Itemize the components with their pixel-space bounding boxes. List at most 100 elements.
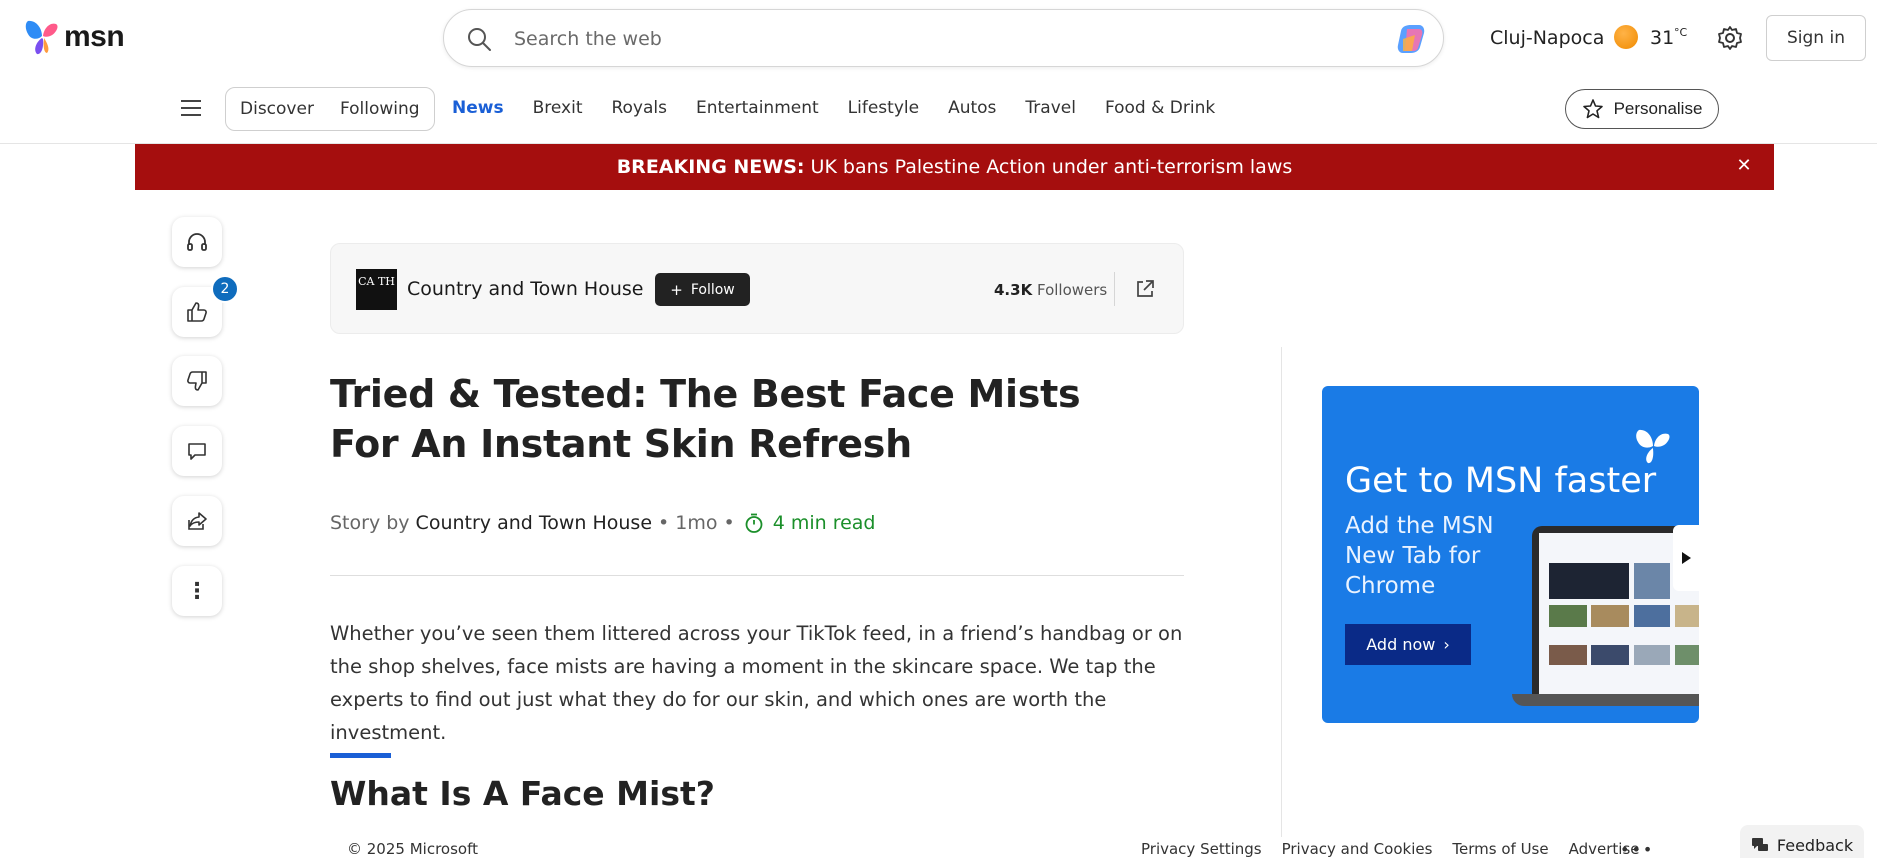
search-icon[interactable] bbox=[466, 26, 492, 52]
ad-subtitle: Add the MSN New Tab for Chrome bbox=[1345, 513, 1494, 599]
sign-in-button[interactable]: Sign in bbox=[1766, 15, 1866, 61]
nav-link-lifestyle[interactable]: Lifestyle bbox=[848, 98, 919, 118]
sun-icon[interactable] bbox=[1614, 25, 1638, 49]
publisher-name[interactable]: Country and Town House bbox=[407, 278, 643, 300]
brand-name: msn bbox=[64, 20, 125, 53]
follow-label: Follow bbox=[690, 281, 735, 298]
nav-link-entertainment[interactable]: Entertainment bbox=[696, 98, 819, 118]
sparkle-star-icon bbox=[1582, 99, 1603, 119]
news-thumbnail bbox=[1634, 563, 1670, 599]
article-age: 1mo bbox=[675, 512, 718, 534]
personalise-button[interactable]: Personalise bbox=[1565, 89, 1719, 129]
copilot-icon[interactable] bbox=[1393, 21, 1429, 57]
tab-following[interactable]: Following bbox=[340, 99, 420, 119]
nav-link-royals[interactable]: Royals bbox=[611, 98, 667, 118]
nav-links: News Brexit Royals Entertainment Lifesty… bbox=[452, 98, 1244, 118]
plus-icon: + bbox=[670, 280, 683, 299]
nav-link-brexit[interactable]: Brexit bbox=[533, 98, 583, 118]
breaking-news-label: BREAKING NEWS: bbox=[616, 156, 805, 178]
section-accent-bar bbox=[330, 753, 391, 758]
column-divider bbox=[1281, 347, 1282, 837]
nav-link-food-drink[interactable]: Food & Drink bbox=[1105, 98, 1215, 118]
breaking-news-banner[interactable]: BREAKING NEWS: UK bans Palestine Action … bbox=[135, 144, 1774, 190]
followers-number: 4.3K bbox=[994, 281, 1033, 299]
feedback-button[interactable]: Feedback bbox=[1740, 825, 1864, 858]
read-time: 4 min read bbox=[772, 512, 876, 534]
thumbs-up-icon bbox=[187, 302, 207, 322]
followers-label: Followers bbox=[1036, 281, 1108, 299]
comment-button[interactable] bbox=[172, 426, 222, 476]
share-button[interactable] bbox=[172, 496, 222, 546]
listen-button[interactable] bbox=[172, 217, 222, 267]
top-header: msn Cluj-Napoca 31 °C Sign in bbox=[0, 0, 1877, 76]
search-input[interactable] bbox=[514, 22, 1334, 56]
nav-link-autos[interactable]: Autos bbox=[948, 98, 996, 118]
news-thumbnail bbox=[1549, 645, 1587, 665]
add-now-label: Add now bbox=[1366, 635, 1436, 654]
news-thumbnail bbox=[1591, 605, 1629, 627]
article-title: Tried & Tested: The Best Face Mists For … bbox=[330, 372, 1081, 466]
close-icon[interactable]: ✕ bbox=[1734, 156, 1754, 176]
msn-logo[interactable]: msn bbox=[24, 18, 125, 56]
headphones-icon bbox=[187, 233, 207, 251]
news-thumbnail bbox=[1634, 645, 1670, 665]
temperature[interactable]: 31 bbox=[1650, 27, 1674, 49]
search-bar[interactable] bbox=[443, 9, 1444, 67]
gear-icon[interactable] bbox=[1716, 24, 1744, 52]
category-nav: Discover Following News Brexit Royals En… bbox=[0, 76, 1877, 144]
byline-separator: • bbox=[723, 512, 735, 534]
news-thumbnail bbox=[1675, 605, 1699, 627]
footer-link-privacy-cookies[interactable]: Privacy and Cookies bbox=[1282, 840, 1433, 858]
news-thumbnail bbox=[1634, 605, 1670, 627]
divider bbox=[1114, 272, 1115, 306]
breaking-news-headline[interactable]: UK bans Palestine Action under anti-terr… bbox=[811, 156, 1293, 178]
more-vertical-icon: ⋮ bbox=[186, 578, 208, 604]
menu-icon[interactable] bbox=[181, 100, 201, 116]
follow-button[interactable]: + Follow bbox=[655, 273, 750, 306]
tab-discover[interactable]: Discover bbox=[240, 99, 314, 119]
personalise-label: Personalise bbox=[1613, 99, 1703, 118]
msn-butterfly-icon bbox=[1636, 429, 1670, 464]
feedback-icon bbox=[1751, 838, 1768, 851]
get-msn-ad[interactable]: Get to MSN faster Add the MSN New Tab fo… bbox=[1322, 386, 1699, 723]
section-heading: What Is A Face Mist? bbox=[330, 774, 715, 813]
footer-link-terms[interactable]: Terms of Use bbox=[1452, 840, 1548, 858]
article-byline: Story by Country and Town House • 1mo • … bbox=[330, 512, 876, 534]
byline-prefix: Story by bbox=[330, 512, 410, 534]
article-intro: Whether you’ve seen them littered across… bbox=[330, 622, 1183, 744]
news-thumbnail bbox=[1549, 563, 1629, 599]
ad-next-button[interactable] bbox=[1673, 525, 1699, 591]
msn-butterfly-icon bbox=[25, 20, 58, 55]
timer-icon bbox=[745, 513, 763, 533]
news-thumbnail bbox=[1675, 645, 1699, 665]
footer-link-privacy-settings[interactable]: Privacy Settings bbox=[1141, 840, 1262, 858]
temperature-unit: °C bbox=[1674, 26, 1688, 39]
share-icon bbox=[188, 512, 207, 530]
feed-toggle: Discover Following bbox=[225, 87, 435, 131]
footer-links: Privacy Settings Privacy and Cookies Ter… bbox=[1141, 840, 1660, 858]
copyright: © 2025 Microsoft bbox=[347, 840, 478, 858]
news-thumbnail bbox=[1591, 645, 1629, 665]
byline-author[interactable]: Country and Town House bbox=[416, 512, 652, 534]
weather-location[interactable]: Cluj-Napoca bbox=[1490, 27, 1604, 49]
thumbs-down-icon bbox=[187, 371, 207, 391]
chevron-right-icon: › bbox=[1443, 635, 1450, 654]
laptop-base bbox=[1512, 694, 1699, 706]
nav-link-travel[interactable]: Travel bbox=[1025, 98, 1076, 118]
feedback-label: Feedback bbox=[1776, 835, 1854, 855]
external-link-icon[interactable] bbox=[1134, 278, 1156, 300]
add-now-button[interactable]: Add now › bbox=[1345, 624, 1471, 665]
laptop-illustration bbox=[1512, 526, 1699, 716]
publisher-logo[interactable]: CA TH bbox=[356, 269, 397, 310]
news-thumbnail bbox=[1549, 605, 1587, 627]
like-count-badge: 2 bbox=[211, 275, 239, 303]
play-icon bbox=[1682, 552, 1691, 564]
byline-separator: • bbox=[658, 512, 670, 534]
dislike-button[interactable] bbox=[172, 356, 222, 406]
comment-icon bbox=[188, 443, 206, 460]
byline-divider bbox=[330, 575, 1184, 576]
followers-count: 4.3K Followers bbox=[994, 281, 1107, 299]
more-horizontal-icon[interactable]: ••• bbox=[1620, 840, 1654, 858]
more-options-button[interactable]: ⋮ bbox=[172, 566, 222, 616]
nav-link-news[interactable]: News bbox=[452, 98, 504, 118]
